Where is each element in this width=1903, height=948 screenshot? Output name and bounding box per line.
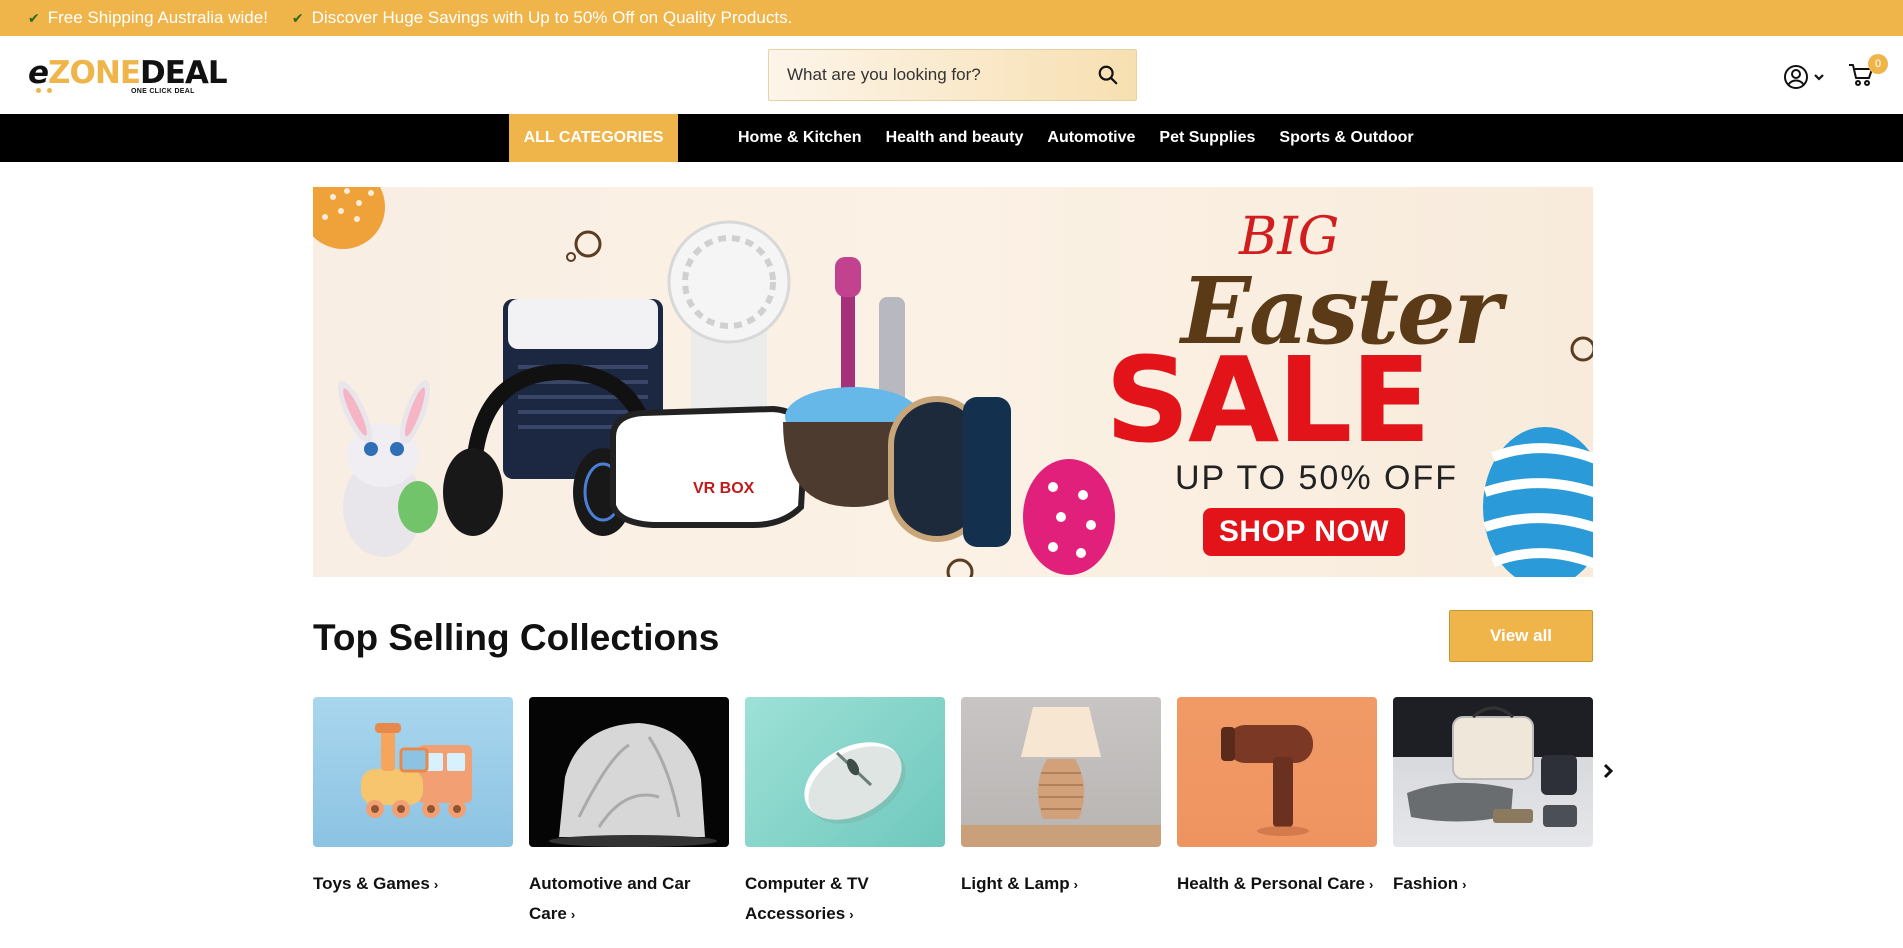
collection-image — [961, 697, 1161, 847]
collection-image — [529, 697, 729, 847]
chevron-right-icon: › — [1369, 877, 1374, 892]
chevron-right-icon: › — [849, 907, 854, 922]
check-icon: ✔ — [28, 9, 40, 26]
carousel-next-button[interactable] — [1601, 759, 1615, 785]
announcement-item: ✔ Free Shipping Australia wide! — [28, 8, 268, 28]
nav-item-sports-outdoor[interactable]: Sports & Outdoor — [1279, 129, 1413, 147]
collection-label: Fashion › — [1393, 869, 1593, 900]
toy-train-image — [361, 723, 472, 818]
user-icon — [1784, 65, 1808, 89]
bags-image — [1407, 706, 1577, 827]
lamp-image — [961, 707, 1161, 847]
logo-wordmark: eZONEDEAL — [28, 54, 228, 92]
nav-item-health-beauty[interactable]: Health and beauty — [886, 129, 1024, 147]
collection-label: Health & Personal Care › — [1177, 869, 1377, 900]
search-button[interactable] — [1080, 50, 1136, 100]
search-input[interactable] — [769, 50, 1080, 100]
chevron-right-icon: › — [1073, 877, 1078, 892]
collection-card-fashion[interactable]: Fashion › — [1393, 697, 1593, 930]
chevron-right-icon: › — [570, 907, 576, 922]
announcement-text: Discover Huge Savings with Up to 50% Off… — [311, 8, 793, 27]
search-bar — [768, 49, 1137, 101]
collection-image — [313, 697, 513, 847]
logo-one: ONE — [69, 55, 141, 91]
collection-card-health-personal[interactable]: Health & Personal Care › — [1177, 697, 1377, 930]
account-menu[interactable] — [1783, 64, 1825, 90]
vr-box-label: VR BOX — [693, 480, 755, 497]
all-categories-button[interactable]: ALL CATEGORIES — [509, 114, 678, 162]
cart-count-badge: 0 — [1868, 54, 1888, 74]
nav-item-pet-supplies[interactable]: Pet Supplies — [1159, 129, 1255, 147]
chevron-right-icon: › — [433, 877, 439, 892]
cart-button[interactable]: 0 — [1848, 54, 1888, 93]
collection-card-computer-tv[interactable]: Computer & TV Accessories › — [745, 697, 945, 930]
announcement-bar: ✔ Free Shipping Australia wide! ✔ Discov… — [0, 0, 1903, 36]
chevron-down-icon — [1814, 74, 1824, 81]
hero-banner[interactable]: BIG Easter SALE UP TO 50% OFF SHOP NOW V… — [313, 187, 1593, 577]
nav-links: Home & Kitchen Health and beauty Automot… — [738, 114, 1414, 162]
view-all-button[interactable]: View all — [1449, 610, 1593, 662]
collection-label: Light & Lamp › — [961, 869, 1161, 900]
chevron-right-icon: › — [1462, 877, 1467, 892]
collection-image — [745, 697, 945, 847]
collection-label-text: Light & Lamp — [961, 874, 1070, 893]
collection-label: Toys & Games › — [313, 869, 513, 900]
collection-image — [1393, 697, 1593, 847]
site-logo[interactable]: eZONEDEAL ONE CLICK DEAL — [28, 54, 228, 96]
collection-label-text: Toys & Games — [313, 874, 430, 893]
hair-dryer-image — [1221, 725, 1313, 836]
collection-label-text: Health & Personal Care — [1177, 874, 1366, 893]
logo-deal: DEAL — [140, 55, 228, 91]
collection-card-automotive[interactable]: Automotive and Car Care › — [529, 697, 729, 930]
nav-item-automotive[interactable]: Automotive — [1047, 129, 1135, 147]
mouse-image — [804, 742, 906, 824]
collection-image — [1177, 697, 1377, 847]
collection-label: Automotive and Car Care › — [529, 869, 729, 930]
collection-card-light-lamp[interactable]: Light & Lamp › — [961, 697, 1161, 930]
shop-now-button[interactable]: SHOP NOW — [1203, 508, 1405, 556]
logo-dots — [36, 88, 52, 93]
logo-e: e — [28, 55, 49, 91]
collections-list: Toys & Games › Automotive and Car Care › C… — [313, 697, 1593, 930]
search-icon — [1098, 65, 1118, 85]
collection-label: Computer & TV Accessories › — [745, 869, 945, 930]
section-title: Top Selling Collections — [313, 617, 720, 658]
collection-label-text: Fashion — [1393, 874, 1459, 893]
chevron-right-icon — [1603, 763, 1614, 779]
announcement-text: Free Shipping Australia wide! — [47, 8, 268, 27]
logo-tagline: ONE CLICK DEAL — [131, 88, 195, 95]
nav-item-home-kitchen[interactable]: Home & Kitchen — [738, 129, 862, 147]
collection-card-toys-games[interactable]: Toys & Games › — [313, 697, 513, 930]
main-nav: ALL CATEGORIES Home & Kitchen Health and… — [0, 114, 1903, 162]
site-header: eZONEDEAL ONE CLICK DEAL 0 — [0, 36, 1903, 114]
logo-z: Z — [48, 55, 71, 91]
hero-offer-text: UP TO 50% OFF — [1175, 459, 1458, 497]
announcement-item: ✔ Discover Huge Savings with Up to 50% O… — [292, 8, 792, 28]
covered-car-image — [549, 723, 717, 847]
collection-label-text: Automotive and Car Care — [529, 874, 691, 923]
hero-sale-text: SALE — [1105, 331, 1431, 469]
check-icon: ✔ — [291, 9, 304, 26]
